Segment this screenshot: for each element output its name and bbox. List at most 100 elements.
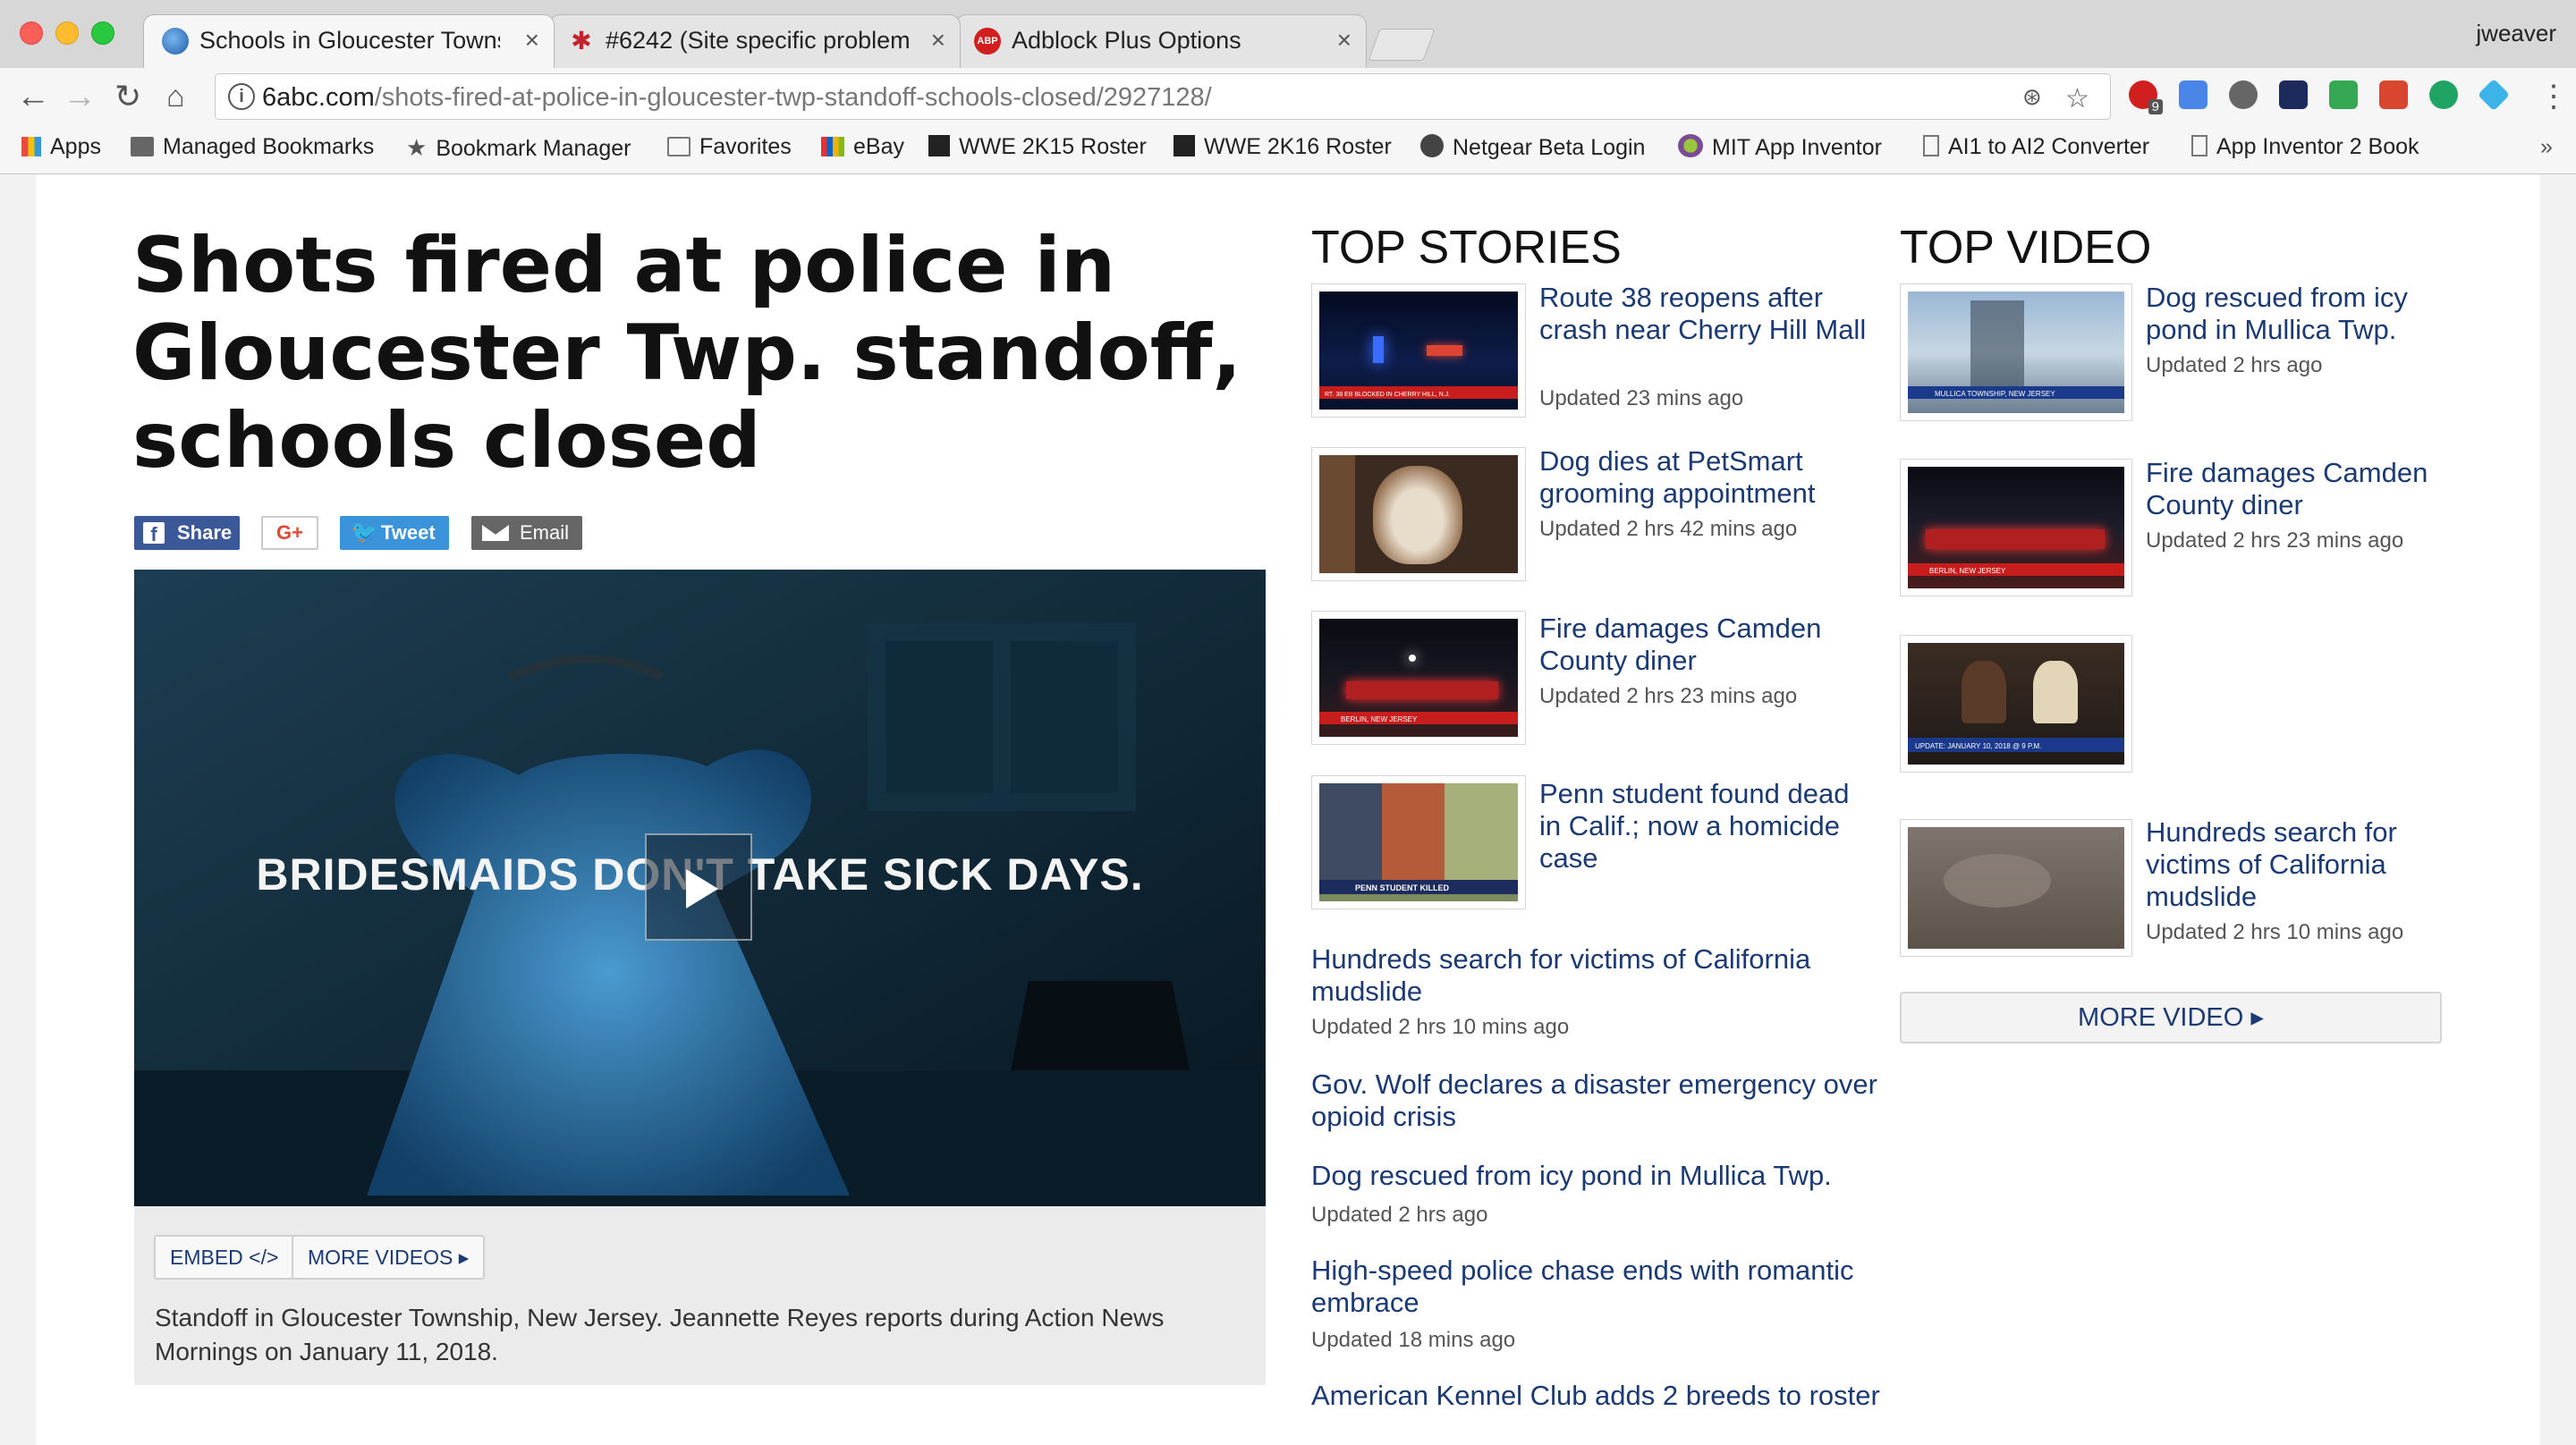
- profile-name[interactable]: jweaver: [2476, 20, 2556, 47]
- bookmark-label: WWE 2K15 Roster: [959, 134, 1147, 159]
- thumbnail-caption: PENN STUDENT KILLED: [1355, 883, 1450, 892]
- apps-grid-icon: [21, 137, 41, 156]
- address-bar[interactable]: i 6abc.com/shots-fired-at-police-in-glou…: [215, 73, 2111, 120]
- minimize-window-button[interactable]: [55, 21, 79, 45]
- story-link[interactable]: Route 38 reopens after crash near Cherry…: [1539, 282, 1870, 346]
- video-thumbnail[interactable]: MULLICA TOWNSHIP, NEW JERSEY: [1900, 283, 2132, 421]
- story-link[interactable]: American Kennel Club adds 2 breeds to ro…: [1311, 1380, 1884, 1412]
- google-plus-share-button[interactable]: G+: [261, 516, 318, 550]
- grammarly-icon[interactable]: [2429, 80, 2458, 109]
- story-link[interactable]: Penn student found dead in Calif.; now a…: [1539, 778, 1870, 875]
- home-icon[interactable]: ⌂: [166, 79, 185, 114]
- forward-icon[interactable]: →: [63, 79, 97, 114]
- story-link[interactable]: Dog rescued from icy pond in Mullica Twp…: [1311, 1160, 1884, 1192]
- classroom-extension-icon[interactable]: [2329, 80, 2358, 109]
- bookmarks-bar: Apps Managed Bookmarks ★ Bookmark Manager…: [0, 127, 2576, 174]
- url-path: /shots-fired-at-police-in-gloucester-twp…: [374, 83, 1212, 112]
- story-thumbnail[interactable]: PENN STUDENT KILLED: [1311, 775, 1526, 909]
- bookmark-label: Bookmark Manager: [436, 136, 631, 161]
- bookmark-apps[interactable]: Apps: [21, 134, 101, 160]
- bookmark-wwe-2k15[interactable]: WWE 2K15 Roster: [928, 134, 1147, 160]
- close-tab-icon[interactable]: ×: [525, 26, 539, 55]
- story-link[interactable]: Gov. Wolf declares a disaster emergency …: [1311, 1069, 1884, 1133]
- tweet-label: Tweet: [381, 521, 436, 544]
- story-link[interactable]: Dog dies at PetSmart grooming appointmen…: [1539, 445, 1870, 510]
- page-icon: [2191, 135, 2207, 156]
- new-tab-button[interactable]: [1368, 29, 1436, 61]
- story-thumbnail[interactable]: RT. 38 EB BLOCKED IN CHERRY HILL, N.J.: [1311, 283, 1526, 418]
- info-icon[interactable]: i: [228, 83, 255, 110]
- dark-extension-icon[interactable]: [2279, 80, 2308, 109]
- close-window-button[interactable]: [20, 21, 43, 45]
- thumbnail-caption: BERLIN, NEW JERSEY: [1341, 715, 1418, 723]
- bookmark-ebay[interactable]: eBay: [821, 134, 904, 160]
- back-icon[interactable]: ←: [16, 79, 50, 114]
- bookmark-managed-bookmarks[interactable]: Managed Bookmarks: [131, 134, 374, 160]
- bookmark-bookmark-manager[interactable]: ★ Bookmark Manager: [406, 134, 631, 162]
- menu-kebab-icon[interactable]: ⋮: [2538, 79, 2569, 114]
- translate-extension-icon[interactable]: [2179, 80, 2207, 109]
- bookmark-wwe-2k16[interactable]: WWE 2K16 Roster: [1174, 134, 1392, 160]
- star-icon: ★: [406, 134, 428, 161]
- close-tab-icon[interactable]: ×: [1337, 26, 1352, 55]
- embed-button[interactable]: EMBED </>: [154, 1235, 295, 1280]
- url-text[interactable]: 6abc.com/shots-fired-at-police-in-glouce…: [262, 83, 1212, 113]
- thumbnail-caption: UPDATE: JANUARY 10, 2018 @ 9 P.M.: [1915, 742, 2042, 750]
- video-link[interactable]: Dog rescued from icy pond in Mullica Twp…: [2146, 282, 2450, 346]
- email-share-button[interactable]: Email: [471, 516, 582, 550]
- tab-schools-gloucester[interactable]: Schools in Gloucester Townshi ×: [143, 14, 555, 68]
- tab-title: Schools in Gloucester Townshi: [199, 27, 500, 54]
- bookmark-star-icon[interactable]: ☆: [2065, 83, 2089, 114]
- bookmark-mit-app-inventor[interactable]: MIT App Inventor: [1678, 134, 1882, 161]
- lightbulb-extension-icon[interactable]: [2229, 80, 2258, 109]
- video-thumbnail[interactable]: BERLIN, NEW JERSEY: [1900, 459, 2132, 596]
- video-link[interactable]: Fire damages Camden County diner: [2146, 457, 2450, 521]
- video-time: Updated 2 hrs 23 mins ago: [2146, 528, 2404, 553]
- bookmark-app-inventor-book[interactable]: App Inventor 2 Book: [2191, 134, 2419, 160]
- paw-icon: ✱: [571, 27, 592, 55]
- twitter-bird-icon: 🐦: [351, 520, 377, 545]
- close-tab-icon[interactable]: ×: [931, 26, 945, 55]
- bookmark-ai1-to-ai2[interactable]: AI1 to AI2 Converter: [1923, 134, 2149, 160]
- bookmark-favorites[interactable]: Favorites: [667, 134, 792, 160]
- video-player[interactable]: BRIDESMAIDS DON'T TAKE SICK DAYS.: [134, 570, 1266, 1206]
- story-thumbnail[interactable]: [1311, 447, 1526, 581]
- video-link[interactable]: Hundreds search for victims of Californi…: [2146, 816, 2450, 913]
- reload-icon[interactable]: ↻: [114, 79, 141, 114]
- tab-site-specific-problem[interactable]: ✱ #6242 (Site specific problem) ×: [549, 14, 961, 68]
- story-time: Updated 23 mins ago: [1539, 386, 1744, 410]
- more-video-button[interactable]: MORE VIDEO ▸: [1900, 992, 2442, 1044]
- play-button[interactable]: [645, 833, 752, 941]
- bookmark-label: App Inventor 2 Book: [2216, 134, 2419, 159]
- facebook-share-button[interactable]: f Share: [134, 516, 240, 550]
- story-link[interactable]: High-speed police chase ends with romant…: [1311, 1255, 1884, 1319]
- tweet-button[interactable]: 🐦 Tweet: [340, 516, 449, 550]
- story-thumbnail[interactable]: BERLIN, NEW JERSEY: [1311, 611, 1526, 745]
- story-link[interactable]: Fire damages Camden County diner: [1539, 613, 1870, 677]
- video-thumbnail[interactable]: UPDATE: JANUARY 10, 2018 @ 9 P.M.: [1900, 635, 2132, 773]
- video-thumbnail[interactable]: [1900, 819, 2132, 957]
- bookmark-label: MIT App Inventor: [1712, 135, 1882, 160]
- maximize-window-button[interactable]: [91, 21, 114, 45]
- more-videos-button[interactable]: MORE VIDEOS ▸: [292, 1235, 486, 1280]
- adblock-extension-icon[interactable]: 9: [2129, 80, 2163, 114]
- story-link[interactable]: Hundreds search for victims of Californi…: [1311, 943, 1884, 1008]
- tab-title: #6242 (Site specific problem): [606, 27, 910, 54]
- thumbnail-caption: BERLIN, NEW JERSEY: [1929, 567, 2006, 575]
- story-time: Updated 2 hrs 23 mins ago: [1539, 684, 1798, 708]
- bookmarks-overflow-icon[interactable]: »: [2540, 134, 2553, 160]
- tab-adblock-options[interactable]: ABP Adblock Plus Options ×: [955, 14, 1367, 68]
- red-book-extension-icon[interactable]: [2379, 80, 2408, 109]
- thumbnail-caption: RT. 38 EB BLOCKED IN CHERRY HILL, N.J.: [1325, 392, 1451, 398]
- extension-badge: 9: [2148, 99, 2163, 114]
- bookmark-label: Favorites: [699, 134, 792, 159]
- tab-title: Adblock Plus Options: [1012, 27, 1241, 54]
- video-footer: EMBED </> MORE VIDEOS ▸ Standoff in Glou…: [134, 1206, 1266, 1385]
- abc-globe-icon: [162, 28, 189, 55]
- translate-icon[interactable]: ⊛: [2022, 83, 2042, 111]
- page-icon: [1923, 135, 1939, 156]
- blue-diamond-extension-icon[interactable]: [2477, 78, 2511, 112]
- video-time: Updated 2 hrs ago: [2146, 353, 2323, 377]
- ebay-icon: [821, 137, 844, 156]
- bookmark-netgear-beta[interactable]: Netgear Beta Login: [1420, 134, 1645, 161]
